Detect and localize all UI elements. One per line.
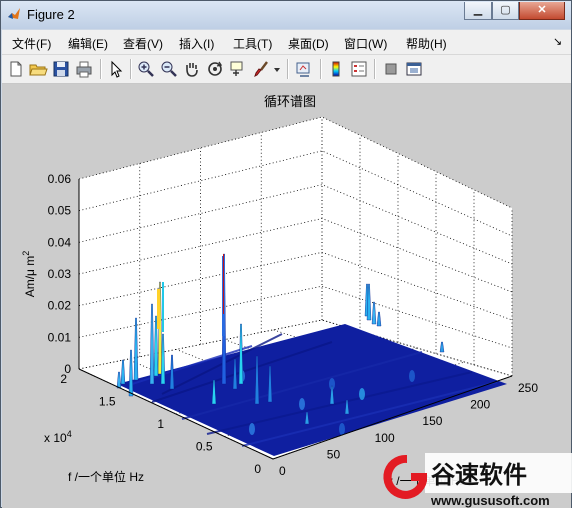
x-tick-label: 150 <box>422 414 442 428</box>
close-button[interactable]: ✕ <box>519 2 565 20</box>
matlab-logo-icon <box>8 8 20 19</box>
legend-icon[interactable] <box>349 59 369 79</box>
gususoft-logo-icon <box>383 454 427 499</box>
spectrum-peak-highlight <box>223 254 224 314</box>
y-tick-label: 0.5 <box>196 440 213 454</box>
menu-edit[interactable]: 编辑(E) <box>68 35 108 52</box>
pan-hand-icon[interactable] <box>182 59 202 79</box>
show-plot-tools-icon[interactable] <box>404 59 424 79</box>
figure-toolbar <box>2 55 571 84</box>
menu-help[interactable]: 帮助(H) <box>406 35 447 52</box>
menu-view[interactable]: 查看(V) <box>123 35 163 52</box>
spectrum-peak-highlight <box>162 282 164 332</box>
menu-window[interactable]: 窗口(W) <box>344 35 387 52</box>
data-cursor-icon[interactable] <box>228 59 248 79</box>
brush-icon[interactable] <box>252 59 272 79</box>
maximize-button[interactable]: ▢ <box>492 2 519 20</box>
zoom-out-icon[interactable] <box>159 59 179 79</box>
link-plot-icon[interactable] <box>294 59 314 79</box>
x-tick-label: 0 <box>279 464 286 478</box>
x-tick-label: 200 <box>470 398 490 412</box>
z-tick-label: 0.03 <box>48 267 72 281</box>
y-axis-exponent: x 104 <box>44 429 72 445</box>
title-bar[interactable]: Figure 2 ▁ ▢ ✕ <box>1 1 571 29</box>
y-axis-exponent-sup: 4 <box>67 429 72 439</box>
print-icon[interactable] <box>74 59 94 79</box>
y-tick-label: 1.5 <box>99 395 116 409</box>
menu-tools[interactable]: 工具(T) <box>233 35 272 52</box>
menu-desktop[interactable]: 桌面(D) <box>288 35 329 52</box>
toolbar-separator <box>130 59 132 79</box>
toolbar-separator <box>287 59 289 79</box>
menu-file[interactable]: 文件(F) <box>12 35 51 52</box>
spectrum-peak-highlight <box>157 289 160 329</box>
menu-dock-chevron-icon[interactable]: ↘ <box>553 35 562 48</box>
y-tick-label: 0 <box>254 462 261 476</box>
minimize-button[interactable]: ▁ <box>464 2 492 20</box>
open-file-icon[interactable] <box>28 59 48 79</box>
z-tick-label: 0.02 <box>48 299 72 313</box>
rotate-3d-icon[interactable] <box>205 59 225 79</box>
x-tick-label: 50 <box>327 447 341 461</box>
hide-plot-tools-icon[interactable] <box>381 59 401 79</box>
save-icon[interactable] <box>51 59 71 79</box>
toolbar-separator <box>100 59 102 79</box>
z-tick-label: 0.01 <box>48 330 72 344</box>
zoom-in-icon[interactable] <box>136 59 156 79</box>
plot-title: 循环谱图 <box>264 94 316 109</box>
y-tick-label: 1 <box>157 417 164 431</box>
menu-insert[interactable]: 插入(I) <box>179 35 214 52</box>
x-tick-label: 250 <box>518 381 538 395</box>
window-title: Figure 2 <box>27 7 75 22</box>
select-arrow-icon[interactable] <box>106 59 126 79</box>
z-tick-label: 0.05 <box>48 204 72 218</box>
z-axis-label-main: Am/μ m <box>23 256 37 298</box>
z-tick-label: 0.04 <box>48 235 72 249</box>
z-tick-label: 0.06 <box>48 172 72 186</box>
y-tick-label: 2 <box>60 372 67 386</box>
watermark-url: www.gususoft.com <box>430 493 550 508</box>
y-axis-exponent-main: x 10 <box>44 431 67 445</box>
z-axis-label: Am/μ m2 <box>21 251 37 298</box>
new-figure-icon[interactable] <box>6 59 26 79</box>
figure-window: Figure 2 ▁ ▢ ✕ 文件(F) 编辑(E) 查看(V) 插入(I) 工… <box>0 0 572 508</box>
watermark-name: 谷速软件 <box>431 461 527 489</box>
z-axis-label-sup: 2 <box>21 251 31 256</box>
toolbar-separator <box>374 59 376 79</box>
y-axis-label: f /一个单位 Hz <box>68 469 144 484</box>
toolbar-separator <box>320 59 322 79</box>
menu-bar: 文件(F) 编辑(E) 查看(V) 插入(I) 工具(T) 桌面(D) 窗口(W… <box>2 30 571 55</box>
brush-dropdown-icon[interactable] <box>272 59 282 79</box>
colorbar-icon[interactable] <box>326 59 346 79</box>
x-tick-label: 100 <box>375 431 395 445</box>
gususoft-watermark: 谷速软件 www.gususoft.com <box>373 445 572 509</box>
